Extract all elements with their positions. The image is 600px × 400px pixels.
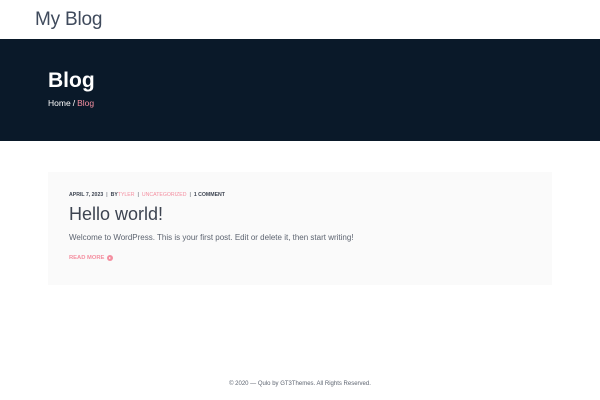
breadcrumb: Home / Blog — [48, 98, 94, 109]
post-title-link[interactable]: Hello world! — [69, 203, 163, 225]
post-card: APRIL 7, 2023 | BYTYLER | UNCATEGORIZED | 1 CO… — [48, 172, 552, 285]
site-footer: © 2020 — Qulo by GT3Themes. All Rights R… — [0, 380, 600, 389]
read-more-link[interactable]: READ MORE — [69, 254, 114, 262]
meta-divider: | — [137, 192, 139, 198]
post-excerpt: Welcome to WordPress. This is your first… — [69, 233, 354, 242]
meta-divider: | — [189, 192, 191, 198]
meta-divider: | — [106, 192, 108, 198]
post-meta: APRIL 7, 2023 | BYTYLER | UNCATEGORIZED | 1 CO… — [69, 192, 225, 199]
post-category-link[interactable]: UNCATEGORIZED — [142, 192, 187, 198]
footer-copyright: © 2020 — Qulo by GT3Themes. All Rights R… — [229, 381, 371, 387]
post-author-link[interactable]: TYLER — [118, 192, 135, 198]
page-hero: Blog Home / Blog — [0, 39, 600, 141]
read-more-label: READ MORE — [69, 255, 105, 261]
page-title: Blog — [48, 69, 95, 92]
post-comments-link[interactable]: 1 COMMENT — [194, 192, 225, 198]
post-date[interactable]: APRIL 7, 2023 — [69, 192, 103, 198]
breadcrumb-home-link[interactable]: Home — [48, 98, 71, 108]
site-header: My Blog — [0, 0, 600, 39]
post-by-label: BY — [110, 192, 118, 198]
site-title-link[interactable]: My Blog — [35, 9, 102, 31]
breadcrumb-current: Blog — [77, 98, 95, 108]
arrow-circle-right-icon — [107, 255, 114, 261]
